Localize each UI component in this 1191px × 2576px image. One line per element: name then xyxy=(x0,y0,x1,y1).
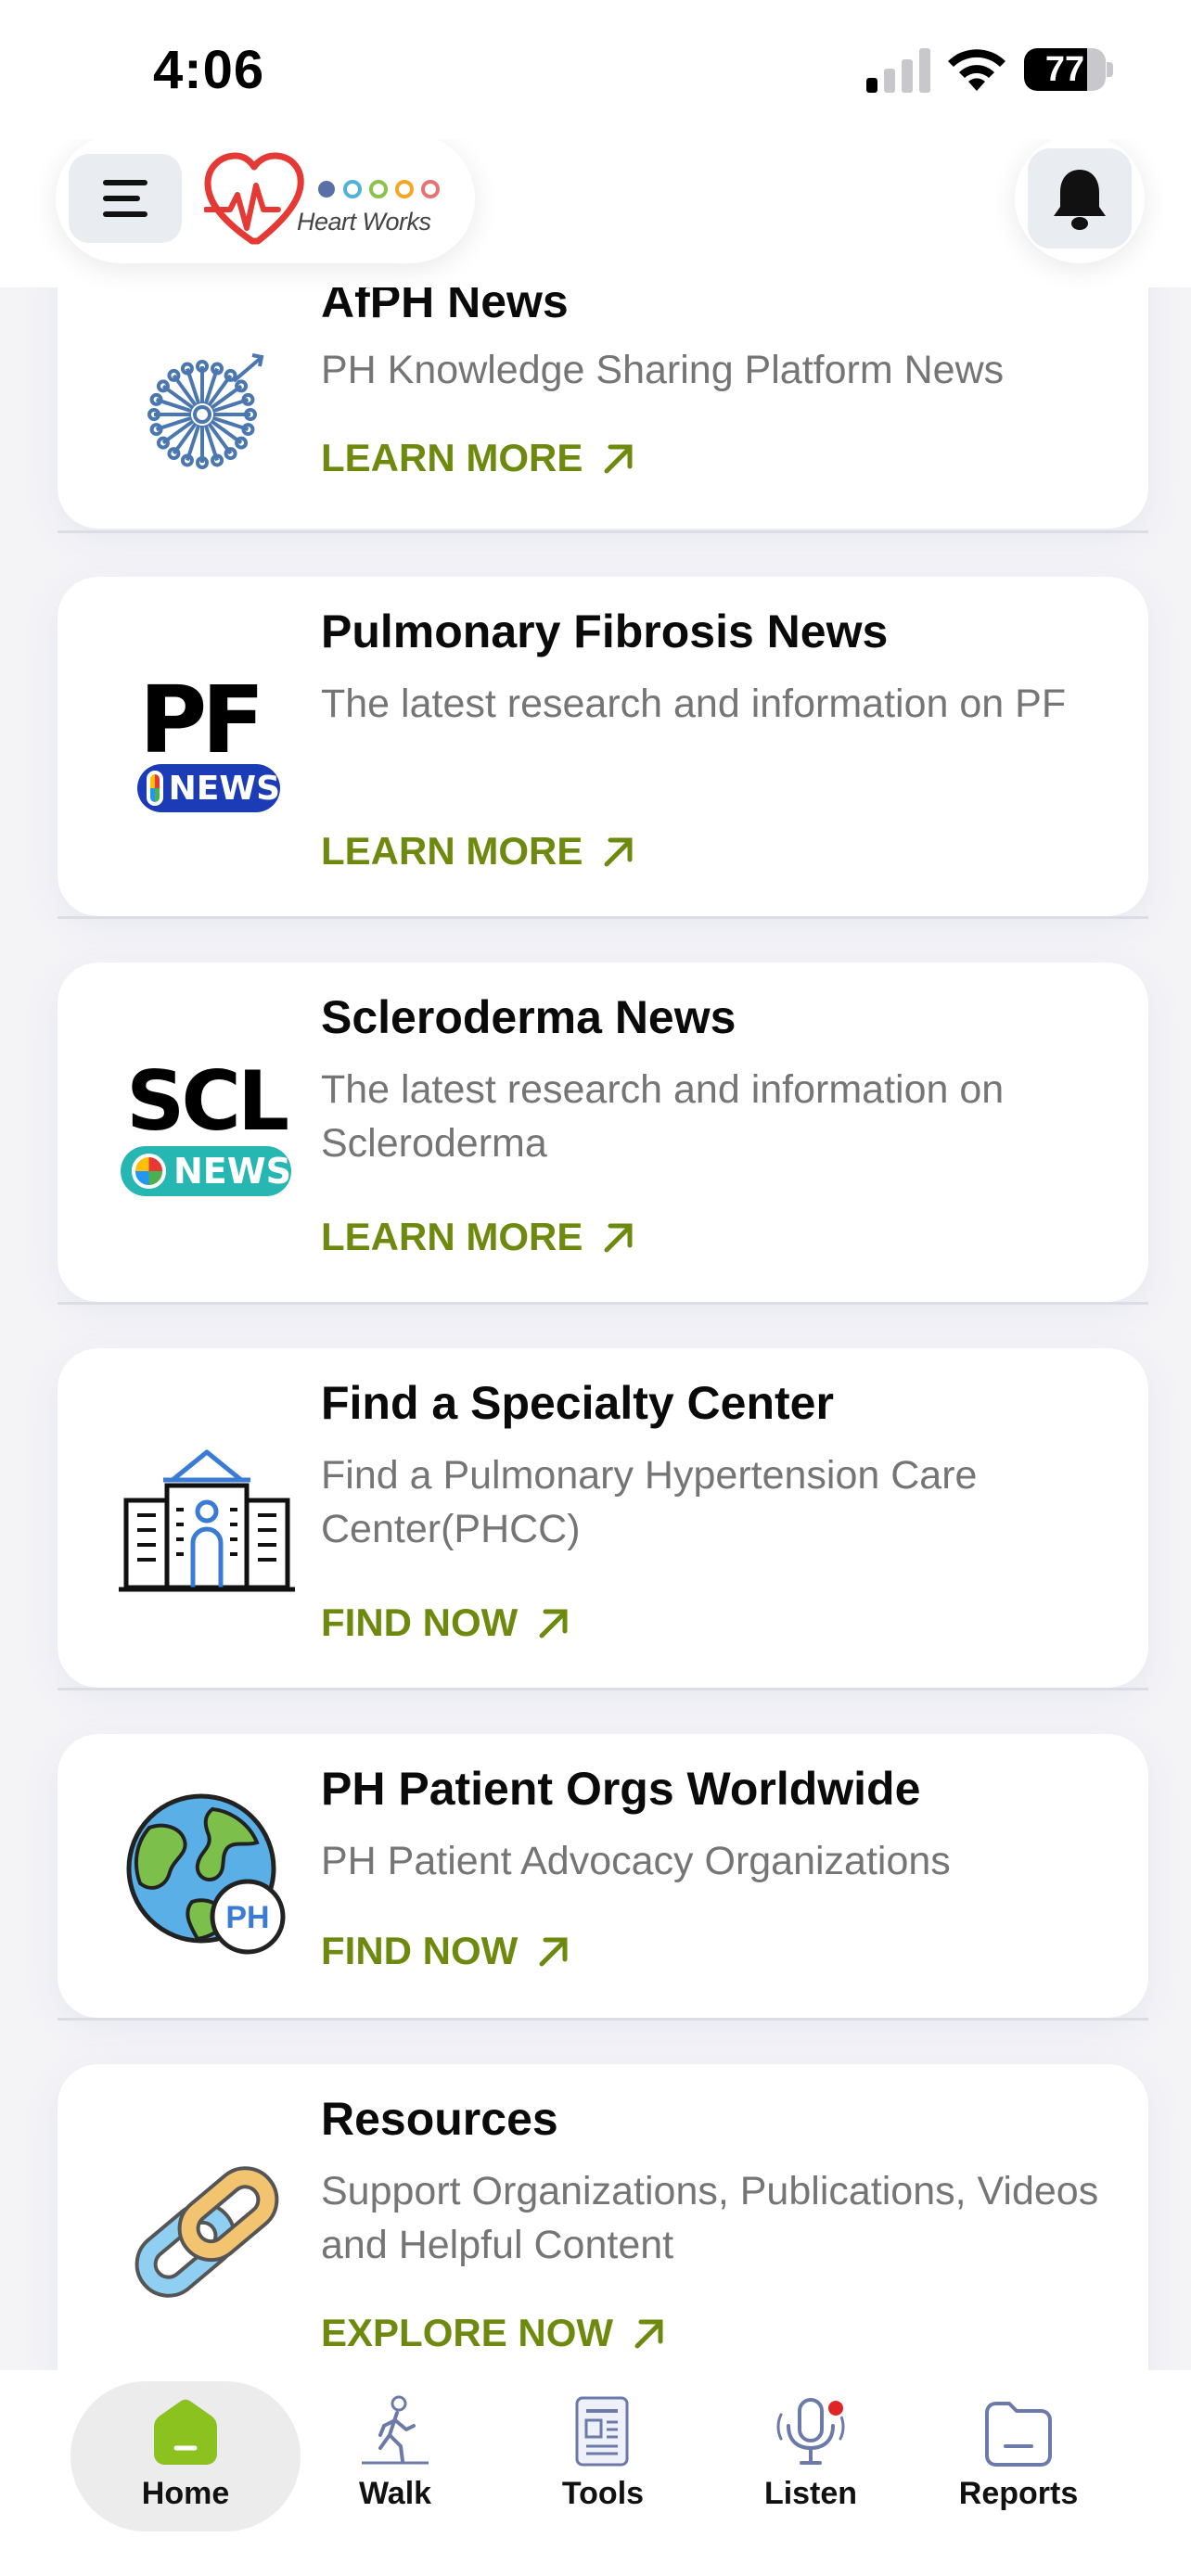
learn-more-link[interactable]: LEARN MORE xyxy=(321,829,636,874)
header-pill: Heart Works xyxy=(56,134,475,263)
learn-more-link[interactable]: LEARN MORE xyxy=(321,436,636,480)
card-ph-patient-orgs[interactable]: PH PH Patient Orgs Worldwide PH Patient … xyxy=(58,1734,1148,2018)
card-description: Support Organizations, Publications, Vid… xyxy=(321,2169,1099,2267)
cta-label: FIND NOW xyxy=(321,1929,519,1972)
arrow-up-right-icon xyxy=(539,1609,568,1639)
arrow-up-right-icon xyxy=(604,1223,633,1253)
cta-label: FIND NOW xyxy=(321,1600,519,1644)
status-time: 4:06 xyxy=(153,40,265,100)
card-title: Pulmonary Fibrosis News xyxy=(321,606,889,657)
card-pulmonary-fibrosis-news[interactable]: PF NEWS Pulmonary Fibrosis News The late… xyxy=(58,577,1148,916)
card-description: The latest research and information on S… xyxy=(321,1067,1005,1166)
globe-ph-icon: PH xyxy=(119,1786,295,1962)
card-description: PH Knowledge Sharing Platform News xyxy=(321,348,1005,392)
chain-link-icon xyxy=(119,2144,295,2320)
card-find-specialty-center[interactable]: Find a Specialty Center Find a Pulmonary… xyxy=(58,1348,1148,1688)
card-scleroderma-news[interactable]: SCL NEWS Scleroderma News The latest res… xyxy=(58,963,1148,1302)
status-bar: 4:06 77 xyxy=(0,0,1191,139)
tools-document-icon xyxy=(575,2396,629,2467)
pf-news-badge: NEWS xyxy=(168,769,280,808)
reports-folder-icon xyxy=(985,2402,1052,2467)
tab-listen[interactable]: Listen xyxy=(727,2381,894,2531)
divider xyxy=(58,1302,1148,1305)
divider xyxy=(58,916,1148,919)
notifications-button[interactable] xyxy=(1015,134,1145,263)
tab-home[interactable]: Home xyxy=(70,2381,301,2531)
tab-tools[interactable]: Tools xyxy=(519,2381,686,2531)
cta-label: LEARN MORE xyxy=(321,436,583,479)
scl-news-logo: SCL NEWS xyxy=(119,1037,295,1213)
learn-more-link[interactable]: LEARN MORE xyxy=(321,1215,636,1259)
card-description: Find a Pulmonary Hypertension Care Cente… xyxy=(321,1453,978,1551)
arrow-up-right-icon xyxy=(634,2319,663,2349)
cellular-signal-icon xyxy=(866,48,931,93)
menu-button[interactable] xyxy=(69,154,182,243)
tab-label: Reports xyxy=(958,2476,1079,2511)
logo-text: Heart Works xyxy=(297,208,431,236)
divider xyxy=(58,1688,1148,1690)
arrow-up-right-icon xyxy=(539,1937,568,1967)
afph-dandelion-logo xyxy=(119,320,295,496)
app-header: Heart Works xyxy=(0,130,1191,287)
cta-label: LEARN MORE xyxy=(321,1215,583,1258)
globe-ph-badge: PH xyxy=(225,1900,269,1935)
tab-reports[interactable]: Reports xyxy=(935,2381,1102,2531)
card-description: PH Patient Advocacy Organizations xyxy=(321,1839,951,1883)
battery-icon: 77 xyxy=(1024,48,1113,91)
card-title: Scleroderma News xyxy=(321,991,736,1043)
wifi-icon xyxy=(948,49,1005,91)
walk-icon xyxy=(362,2395,429,2465)
scl-logo-text: SCL xyxy=(126,1053,289,1149)
tab-walk[interactable]: Walk xyxy=(312,2381,479,2531)
scl-news-badge: NEWS xyxy=(173,1151,291,1192)
pf-news-logo: PF NEWS xyxy=(119,657,295,833)
card-title: PH Patient Orgs Worldwide xyxy=(321,1763,921,1815)
tab-label: Walk xyxy=(358,2476,432,2511)
home-icon xyxy=(154,2399,217,2465)
card-title: Find a Specialty Center xyxy=(321,1377,834,1429)
tab-label: Tools xyxy=(561,2476,645,2511)
explore-now-link[interactable]: EXPLORE NOW xyxy=(321,2311,667,2355)
hamburger-menu-icon xyxy=(103,180,147,185)
divider xyxy=(58,530,1148,533)
card-title: Resources xyxy=(321,2093,558,2145)
battery-percent: 77 xyxy=(1044,50,1085,89)
card-description: The latest research and information on P… xyxy=(321,682,1067,726)
card-resources[interactable]: Resources Support Organizations, Publica… xyxy=(58,2064,1148,2417)
heart-works-logo[interactable]: Heart Works xyxy=(203,148,464,252)
bell-icon xyxy=(1054,170,1106,230)
find-now-link[interactable]: FIND NOW xyxy=(321,1600,571,1645)
divider xyxy=(58,2018,1148,2021)
arrow-up-right-icon xyxy=(604,444,633,474)
pf-logo-text: PF xyxy=(139,666,265,774)
hospital-building-icon xyxy=(119,1428,295,1604)
tab-label: Home xyxy=(141,2476,230,2511)
find-now-link[interactable]: FIND NOW xyxy=(321,1929,571,1973)
notification-dot xyxy=(826,2398,846,2418)
bottom-tab-bar: Home Walk Tools Listen Reports xyxy=(0,2370,1191,2576)
cta-label: EXPLORE NOW xyxy=(321,2311,614,2354)
cta-label: LEARN MORE xyxy=(321,829,583,873)
tab-label: Listen xyxy=(763,2476,858,2511)
arrow-up-right-icon xyxy=(604,837,633,867)
heart-logo-icon xyxy=(203,152,440,245)
